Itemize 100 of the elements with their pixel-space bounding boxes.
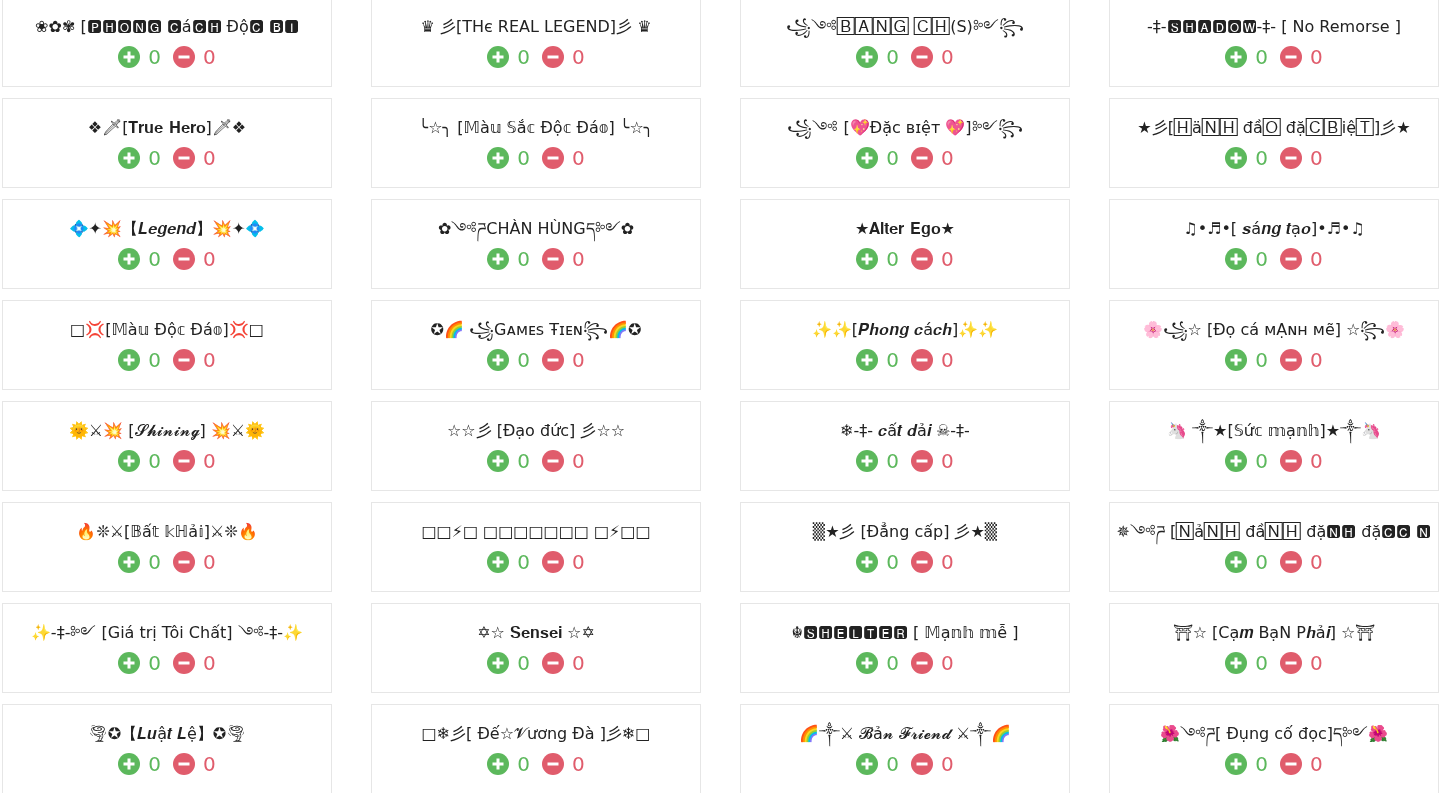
- upvote-icon[interactable]: [118, 248, 141, 270]
- downvote-icon[interactable]: [173, 147, 195, 169]
- downvote-icon[interactable]: [911, 147, 933, 169]
- downvote-icon[interactable]: [1280, 349, 1302, 371]
- nickname-text: ☬🆂🅷🅴🅻🆃🅴🆁 [ 𝕄ạ𝕟𝕙 𝕞ễ ]: [790, 622, 1020, 644]
- downvote-icon[interactable]: [173, 551, 195, 573]
- like-count: 0: [886, 450, 899, 472]
- upvote-icon[interactable]: [118, 450, 141, 472]
- like-count: 0: [886, 248, 899, 270]
- downvote-icon[interactable]: [1280, 46, 1302, 68]
- nickname-text: ✡☆ 𝐒𝐞𝐧𝐬𝐞𝐢 ☆✡: [476, 622, 596, 644]
- upvote-icon[interactable]: [856, 450, 879, 472]
- dislike-count: 0: [572, 147, 585, 169]
- downvote-icon[interactable]: [1280, 450, 1302, 472]
- dislike-count: 0: [572, 248, 585, 270]
- nickname-text: ♫•♬•[ 𝒔á𝒏𝒈 𝒕ạ𝒐]•♬•♫: [1182, 218, 1366, 240]
- downvote-icon[interactable]: [911, 753, 933, 775]
- nickname-text: ☆☆彡 [Đạo đức] 彡☆☆: [445, 420, 627, 442]
- dislike-count: 0: [1310, 652, 1323, 674]
- like-count: 0: [886, 46, 899, 68]
- upvote-icon[interactable]: [856, 46, 879, 68]
- upvote-icon[interactable]: [1225, 46, 1248, 68]
- upvote-icon[interactable]: [118, 652, 141, 674]
- downvote-icon[interactable]: [1280, 753, 1302, 775]
- upvote-icon[interactable]: [856, 147, 879, 169]
- upvote-icon[interactable]: [118, 551, 141, 573]
- nickname-text: 💠✦💥【𝑳𝒆𝒈𝒆𝒏𝒅】💥✦💠: [67, 218, 267, 240]
- nickname-text: ✨-‡-༻ [Giá trị Tôi Chất] ༺-‡-✨: [29, 622, 305, 644]
- upvote-icon[interactable]: [856, 652, 879, 674]
- downvote-icon[interactable]: [911, 551, 933, 573]
- dislike-count: 0: [941, 349, 954, 371]
- upvote-icon[interactable]: [487, 248, 510, 270]
- upvote-icon[interactable]: [487, 349, 510, 371]
- nickname-text: ╰☆╮ [𝕄à𝕦 𝕊ắ𝕔 Độ𝕔 Đá𝕠] ╰☆╮: [417, 117, 655, 139]
- downvote-icon[interactable]: [1280, 147, 1302, 169]
- downvote-icon[interactable]: [911, 46, 933, 68]
- upvote-icon[interactable]: [487, 753, 510, 775]
- upvote-icon[interactable]: [487, 46, 510, 68]
- upvote-icon[interactable]: [487, 551, 510, 573]
- downvote-icon[interactable]: [173, 46, 195, 68]
- nickname-text: ❄-‡- 𝒄ấ𝒕 𝒅ả𝒊 ☠-‡-: [839, 420, 971, 442]
- downvote-icon[interactable]: [911, 349, 933, 371]
- downvote-icon[interactable]: [911, 652, 933, 674]
- dislike-count: 0: [1310, 147, 1323, 169]
- dislike-count: 0: [203, 753, 216, 775]
- dislike-count: 0: [941, 753, 954, 775]
- upvote-icon[interactable]: [118, 349, 141, 371]
- downvote-icon[interactable]: [542, 652, 564, 674]
- downvote-icon[interactable]: [542, 147, 564, 169]
- upvote-icon[interactable]: [487, 147, 510, 169]
- dislike-count: 0: [572, 753, 585, 775]
- upvote-icon[interactable]: [856, 753, 879, 775]
- upvote-icon[interactable]: [118, 46, 141, 68]
- downvote-icon[interactable]: [911, 248, 933, 270]
- upvote-icon[interactable]: [118, 753, 141, 775]
- upvote-icon[interactable]: [487, 652, 510, 674]
- upvote-icon[interactable]: [856, 248, 879, 270]
- dislike-count: 0: [203, 349, 216, 371]
- downvote-icon[interactable]: [1280, 652, 1302, 674]
- dislike-count: 0: [1310, 46, 1323, 68]
- downvote-icon[interactable]: [173, 753, 195, 775]
- downvote-icon[interactable]: [173, 349, 195, 371]
- downvote-icon[interactable]: [542, 349, 564, 371]
- upvote-icon[interactable]: [1225, 248, 1248, 270]
- downvote-icon[interactable]: [911, 450, 933, 472]
- dislike-count: 0: [1310, 349, 1323, 371]
- nickname-text: 🦄 ༒★[𝕊ứ𝕔 𝕞ạ𝕟𝕙]★༒🦄: [1162, 420, 1386, 442]
- upvote-icon[interactable]: [1225, 349, 1248, 371]
- upvote-icon[interactable]: [118, 147, 141, 169]
- dislike-count: 0: [203, 147, 216, 169]
- upvote-icon[interactable]: [1225, 652, 1248, 674]
- dislike-count: 0: [203, 450, 216, 472]
- downvote-icon[interactable]: [1280, 551, 1302, 573]
- upvote-icon[interactable]: [1225, 753, 1248, 775]
- downvote-icon[interactable]: [542, 450, 564, 472]
- downvote-icon[interactable]: [173, 248, 195, 270]
- downvote-icon[interactable]: [542, 46, 564, 68]
- nickname-text: ▒★彡 [Đẳng cấp] 彡★▒: [811, 521, 999, 543]
- upvote-icon[interactable]: [1225, 450, 1248, 472]
- like-count: 0: [148, 46, 161, 68]
- dislike-count: 0: [941, 450, 954, 472]
- downvote-icon[interactable]: [542, 753, 564, 775]
- nickname-text: 🌪✪【𝑳𝒖ậ𝒕 𝑳ệ】✪🌪: [86, 723, 248, 745]
- upvote-icon[interactable]: [856, 551, 879, 573]
- nickname-text: 🌸꧁☆ [Đọ cá ᴍẠɴʜ ᴍẽ] ☆꧂🌸: [1141, 319, 1407, 341]
- upvote-icon[interactable]: [487, 450, 510, 472]
- upvote-icon[interactable]: [1225, 551, 1248, 573]
- downvote-icon[interactable]: [173, 450, 195, 472]
- like-count: 0: [1255, 753, 1268, 775]
- downvote-icon[interactable]: [542, 551, 564, 573]
- like-count: 0: [886, 753, 899, 775]
- like-count: 0: [517, 349, 530, 371]
- upvote-icon[interactable]: [1225, 147, 1248, 169]
- downvote-icon[interactable]: [173, 652, 195, 674]
- nickname-text: □❄彡[ Đế☆𝓥ương Đà ]彡❄□: [420, 723, 652, 745]
- like-count: 0: [1255, 652, 1268, 674]
- downvote-icon[interactable]: [1280, 248, 1302, 270]
- downvote-icon[interactable]: [542, 248, 564, 270]
- dislike-count: 0: [203, 46, 216, 68]
- upvote-icon[interactable]: [856, 349, 879, 371]
